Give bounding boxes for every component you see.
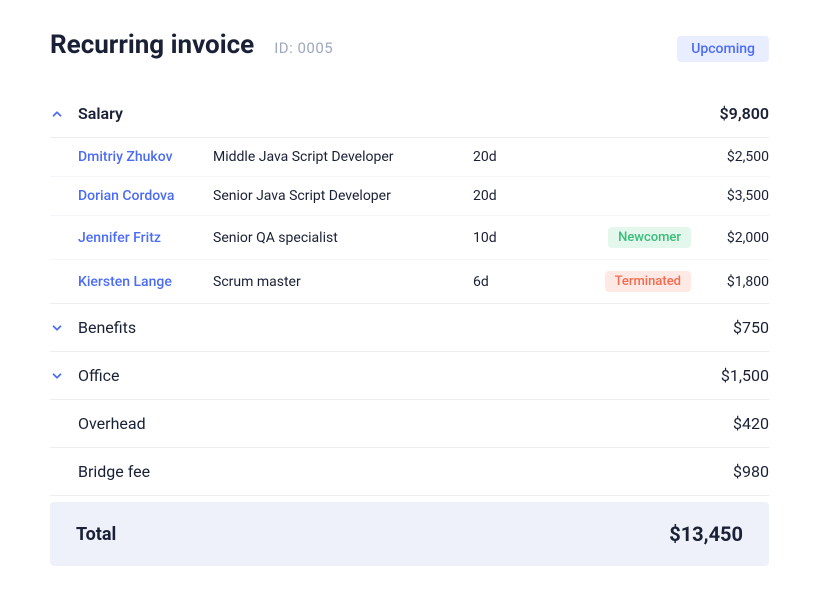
line-amount: $2,500 — [709, 149, 769, 165]
line-amount: $3,500 — [709, 188, 769, 204]
employee-days: 20d — [473, 188, 533, 204]
total-row: Total $13,450 — [50, 502, 769, 566]
employee-link[interactable]: Dorian Cordova — [78, 188, 213, 204]
category-name: Bridge fee — [78, 462, 150, 481]
category-name: Salary — [78, 104, 123, 123]
line-amount: $1,800 — [709, 274, 769, 290]
chevron-up-icon — [50, 107, 78, 121]
line-amount: $2,000 — [709, 230, 769, 246]
page-title: Recurring invoice — [50, 30, 254, 60]
category-amount: $1,500 — [721, 366, 769, 385]
category-amount: $420 — [733, 414, 769, 433]
tag-newcomer: Newcomer — [608, 227, 691, 248]
category-benefits[interactable]: Benefits $750 — [50, 304, 769, 352]
employee-days: 6d — [473, 274, 533, 290]
category-bridge-fee: Bridge fee $980 — [50, 448, 769, 496]
line-item: Dorian Cordova Senior Java Script Develo… — [50, 177, 769, 216]
employee-link[interactable]: Dmitriy Zhukov — [78, 149, 213, 165]
employee-role: Senior QA specialist — [213, 230, 473, 246]
line-item: Jennifer Fritz Senior QA specialist 10d … — [50, 216, 769, 260]
employee-role: Scrum master — [213, 274, 473, 290]
category-salary[interactable]: Salary $9,800 — [50, 90, 769, 138]
invoice-id: ID: 0005 — [274, 39, 333, 57]
category-name: Overhead — [78, 414, 146, 433]
total-amount: $13,450 — [669, 522, 743, 546]
employee-days: 10d — [473, 230, 533, 246]
category-name: Benefits — [78, 318, 136, 337]
status-badge: Upcoming — [677, 36, 769, 62]
category-amount: $9,800 — [720, 104, 769, 123]
line-item: Dmitriy Zhukov Middle Java Script Develo… — [50, 138, 769, 177]
employee-days: 20d — [473, 149, 533, 165]
employee-link[interactable]: Kiersten Lange — [78, 274, 213, 290]
category-office[interactable]: Office $1,500 — [50, 352, 769, 400]
employee-role: Middle Java Script Developer — [213, 149, 473, 165]
chevron-down-icon — [50, 321, 78, 335]
category-amount: $980 — [733, 462, 769, 481]
employee-role: Senior Java Script Developer — [213, 188, 473, 204]
line-item: Kiersten Lange Scrum master 6d Terminate… — [50, 260, 769, 303]
salary-line-items: Dmitriy Zhukov Middle Java Script Develo… — [50, 138, 769, 304]
category-name: Office — [78, 366, 120, 385]
total-label: Total — [76, 524, 116, 545]
employee-link[interactable]: Jennifer Fritz — [78, 230, 213, 246]
invoice-header: Recurring invoice ID: 0005 Upcoming — [50, 30, 769, 62]
category-overhead: Overhead $420 — [50, 400, 769, 448]
category-amount: $750 — [733, 318, 769, 337]
tag-terminated: Terminated — [605, 271, 691, 292]
chevron-down-icon — [50, 369, 78, 383]
